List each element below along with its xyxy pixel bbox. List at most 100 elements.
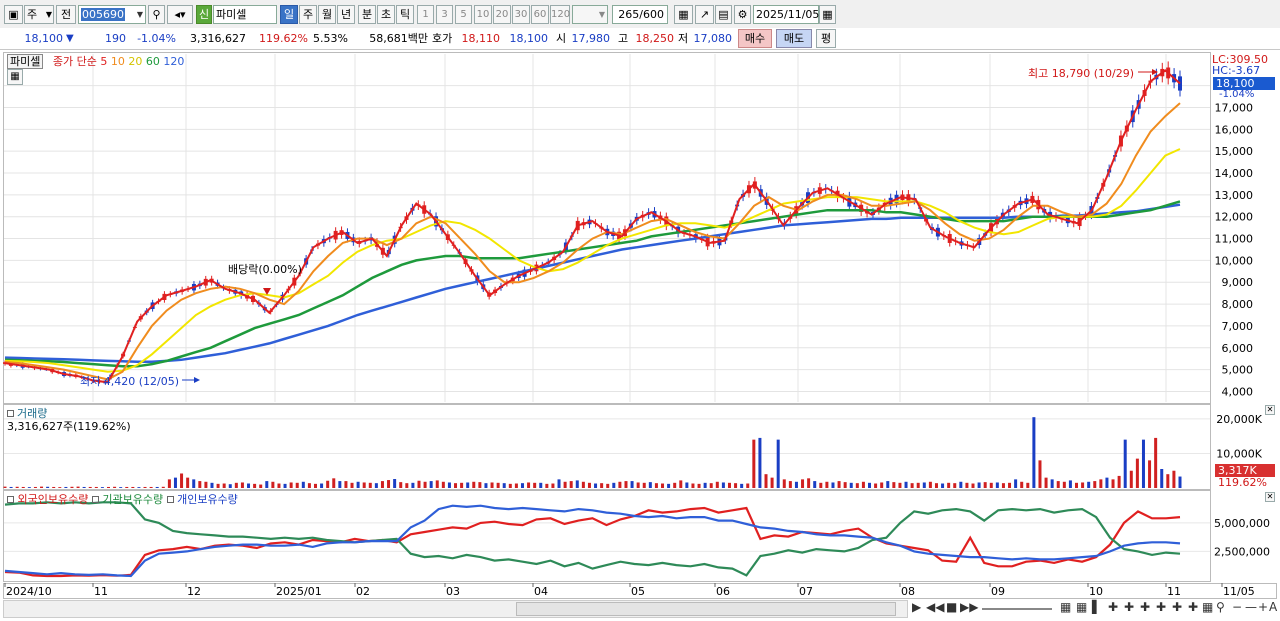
- volume: 3,316,627: [190, 32, 246, 45]
- price-tick-label: 15,000: [1215, 145, 1254, 158]
- holdings-close-icon[interactable]: ✕: [1265, 492, 1275, 502]
- gear-icon[interactable]: ⚙: [734, 5, 751, 24]
- font-size-icon[interactable]: A: [1269, 600, 1277, 614]
- tab-second[interactable]: 초: [377, 5, 395, 24]
- zoom-reset-icon[interactable]: —: [1245, 600, 1257, 614]
- tab-month[interactable]: 월: [318, 5, 336, 24]
- layout-icon[interactable]: ▦: [1060, 600, 1071, 614]
- zoom-slider[interactable]: [982, 608, 1052, 610]
- tab-year[interactable]: 년: [337, 5, 355, 24]
- search-icon[interactable]: ⚲: [148, 5, 165, 24]
- tool-icon-a[interactable]: ✚: [1124, 600, 1134, 614]
- legend-ma5: 5: [100, 55, 108, 68]
- low-value: 17,080: [693, 32, 733, 45]
- price: 18,100: [24, 32, 64, 45]
- tab-tick[interactable]: 틱: [396, 5, 414, 24]
- legend-ma120: 120: [163, 55, 185, 68]
- interval-input[interactable]: ▼: [572, 5, 608, 24]
- volume-ratio: 119.62%: [259, 32, 308, 45]
- volume-square-icon: [7, 410, 14, 417]
- legend-ma20: 20: [128, 55, 143, 68]
- turnover-rate: 5.53%: [313, 32, 348, 45]
- volume-close-icon[interactable]: ✕: [1265, 405, 1275, 415]
- zoom-out-icon[interactable]: −: [1232, 600, 1242, 614]
- change: 190: [105, 32, 126, 45]
- legend-square-icon: [91, 496, 99, 503]
- rewind-icon[interactable]: ◀◀: [926, 600, 944, 614]
- low-label: 저: [678, 32, 689, 45]
- chevron-down-icon: ▼: [136, 10, 143, 19]
- date-input[interactable]: 2025/11/05: [753, 5, 819, 24]
- tool-icon-c[interactable]: ✚: [1156, 600, 1166, 614]
- price-tick-label: 8,000: [1222, 298, 1254, 311]
- high-value: 18,250: [635, 32, 675, 45]
- legend-individual: 개인보유수량: [177, 493, 238, 506]
- holdings-tick-label: 2,500,000: [1214, 545, 1270, 558]
- open-label: 시: [556, 32, 567, 45]
- volume-value: 3,316,627주(119.62%): [7, 420, 131, 433]
- interval-3[interactable]: 3: [436, 5, 453, 24]
- grid-icon[interactable]: ▦: [7, 69, 23, 85]
- holdings-legend: 외국인보유수량 기관보유수량 개인보유수량: [7, 491, 238, 507]
- legend-prefix: 종가 단순: [52, 55, 97, 68]
- tool-icon-e[interactable]: ✚: [1188, 600, 1198, 614]
- period-select-label: 주: [27, 8, 38, 21]
- price-tick-label: 6,000: [1222, 342, 1254, 355]
- price-tick-label: 17,000: [1215, 102, 1254, 115]
- interval-1[interactable]: 1: [417, 5, 434, 24]
- chevron-down-icon: ▼: [598, 10, 605, 19]
- price-tick-label: 13,000: [1215, 189, 1254, 202]
- chart-type-icon[interactable]: ▣: [4, 5, 23, 24]
- stop-icon[interactable]: ■: [946, 600, 957, 614]
- dividend-label: 배당락(0.00%): [228, 263, 302, 276]
- price-tick-label: 14,000: [1215, 167, 1254, 180]
- speaker-icon[interactable]: ◂▾: [167, 5, 193, 24]
- tool-icon-d[interactable]: ✚: [1172, 600, 1182, 614]
- tab-minute[interactable]: 분: [358, 5, 376, 24]
- down-arrow-icon: ▼: [66, 33, 74, 44]
- interval-20[interactable]: 20: [493, 5, 511, 24]
- scroll-thumb[interactable]: [516, 602, 896, 616]
- play-icon[interactable]: ▶: [912, 600, 921, 614]
- tool-icon-f[interactable]: ▦: [1202, 600, 1213, 614]
- price-tick-label: 11,000: [1215, 233, 1254, 246]
- crosshair-icon[interactable]: ✚: [1108, 600, 1118, 614]
- draw-tool-icon[interactable]: ↗: [695, 5, 714, 24]
- volume-box-pct: 119.62%: [1218, 476, 1267, 489]
- period-select[interactable]: 주 ▼: [24, 5, 54, 24]
- buy-button[interactable]: 매수: [738, 29, 772, 48]
- zoom-in-icon[interactable]: +: [1258, 600, 1268, 614]
- ask-value: 18,110: [461, 32, 501, 45]
- change-pct: -1.04%: [137, 32, 176, 45]
- code-input[interactable]: 005690 ▼: [78, 5, 146, 24]
- open-value: 17,980: [571, 32, 611, 45]
- interval-30[interactable]: 30: [512, 5, 530, 24]
- forward-icon[interactable]: ▶▶: [960, 600, 978, 614]
- hc-label: HC:-3.67: [1212, 64, 1261, 77]
- prev-button[interactable]: 전: [56, 5, 76, 24]
- interval-60[interactable]: 60: [531, 5, 549, 24]
- price-tick-label: 4,000: [1222, 385, 1254, 398]
- zoom-search-icon[interactable]: ⚲: [1216, 600, 1225, 614]
- count-input[interactable]: 265/600: [612, 5, 668, 24]
- calendar-icon[interactable]: ▦: [819, 5, 836, 24]
- sell-button[interactable]: 매도: [776, 29, 812, 48]
- price-pane: [3, 52, 1211, 404]
- tab-week[interactable]: 주: [299, 5, 317, 24]
- bar-icon[interactable]: ▌: [1092, 600, 1101, 614]
- ask-label: 호가: [432, 32, 453, 45]
- stock-tag: 파미셀: [7, 54, 44, 69]
- save-icon[interactable]: ▤: [715, 5, 732, 24]
- tab-day[interactable]: 일: [280, 5, 298, 24]
- compare-icon[interactable]: ▦: [1076, 600, 1087, 614]
- price-tick-label: 5,000: [1222, 364, 1254, 377]
- interval-120[interactable]: 120: [550, 5, 570, 24]
- min-label: 최저 4,420 (12/05): [80, 375, 180, 388]
- candle-settings-icon[interactable]: ▦: [674, 5, 693, 24]
- stock-name-field[interactable]: 파미셀: [213, 5, 277, 24]
- eval-button[interactable]: 평: [816, 29, 836, 48]
- legend-square-icon: [7, 496, 14, 503]
- tool-icon-b[interactable]: ✚: [1140, 600, 1150, 614]
- interval-10[interactable]: 10: [474, 5, 492, 24]
- interval-5[interactable]: 5: [455, 5, 472, 24]
